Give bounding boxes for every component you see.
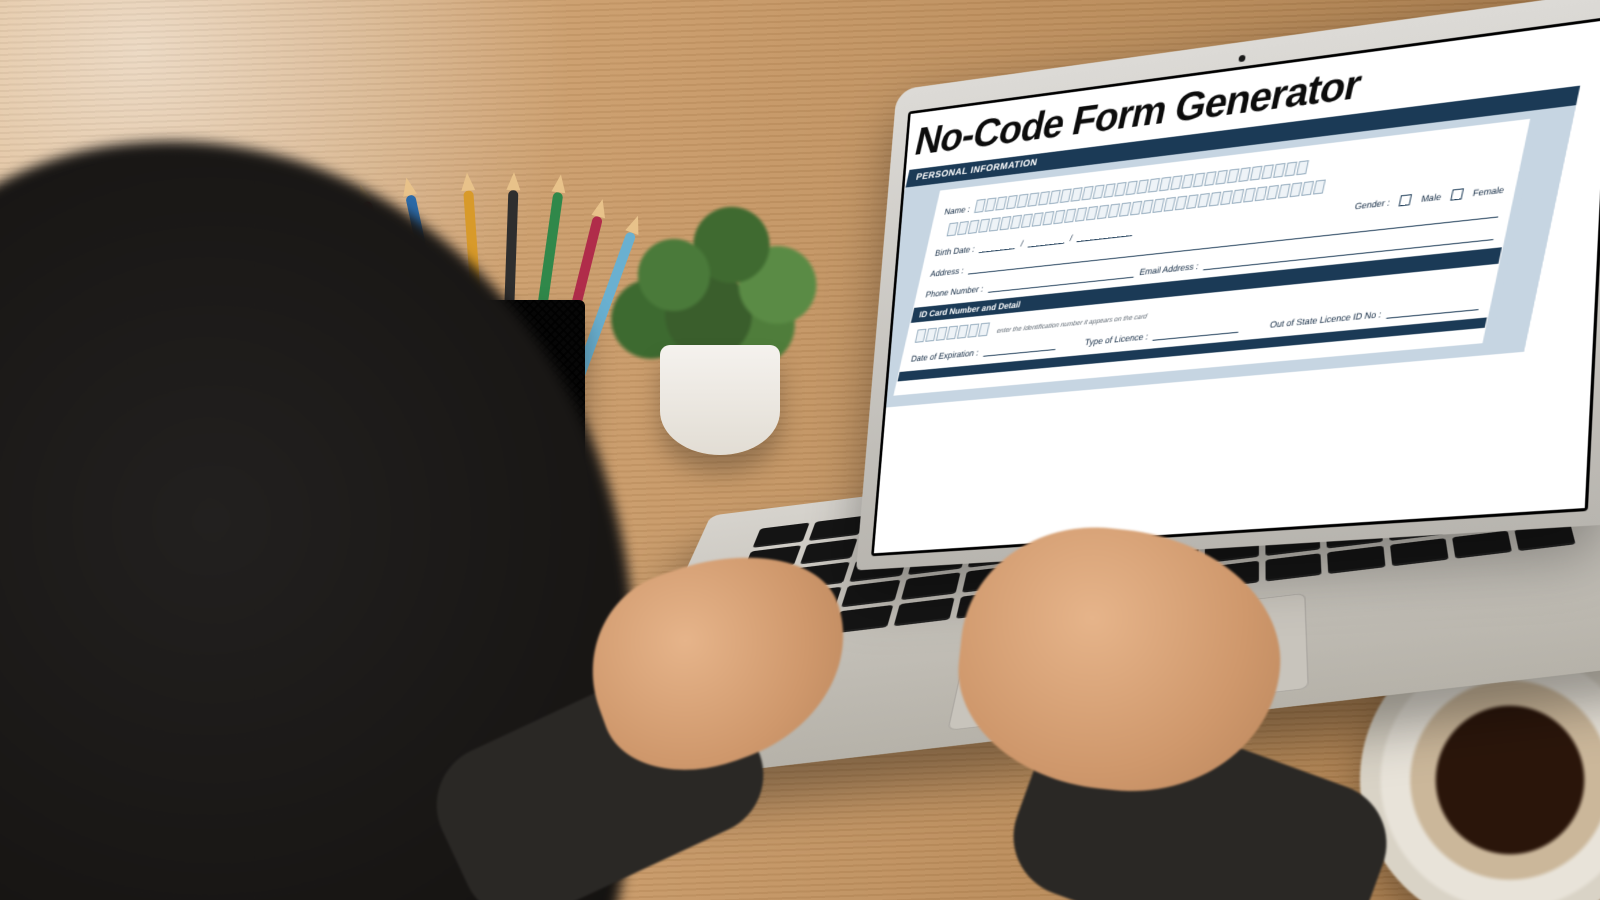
label-expiration: Date of Expiration : xyxy=(910,348,979,364)
desk-scene: No-Code Form Generator PERSONAL INFORMAT… xyxy=(0,0,1600,900)
label-male: Male xyxy=(1420,192,1442,204)
birth-date-input-2[interactable] xyxy=(1027,230,1066,247)
camera-icon xyxy=(1238,55,1245,63)
laptop-lid: No-Code Form Generator PERSONAL INFORMAT… xyxy=(856,0,1600,570)
laptop-screen: No-Code Form Generator PERSONAL INFORMAT… xyxy=(874,20,1600,553)
out-of-state-input[interactable] xyxy=(1386,296,1481,319)
birth-date-input-3[interactable] xyxy=(1077,222,1135,242)
idcard-input-boxes[interactable] xyxy=(915,322,990,342)
label-licence-type: Type of Licence : xyxy=(1084,332,1149,348)
label-name: Name : xyxy=(943,204,971,216)
label-address: Address : xyxy=(929,266,964,279)
label-birth-date: Birth Date : xyxy=(934,244,976,258)
birth-date-sep-2: / xyxy=(1069,233,1073,243)
label-email: Email Address : xyxy=(1139,261,1200,277)
checkbox-female[interactable] xyxy=(1450,188,1464,200)
checkbox-male[interactable] xyxy=(1399,194,1412,206)
label-out-of-state: Out of State Licence ID No : xyxy=(1269,309,1382,330)
label-gender: Gender : xyxy=(1354,197,1391,211)
birth-date-sep-1: / xyxy=(1020,239,1024,249)
label-female: Female xyxy=(1472,185,1505,199)
birth-date-input-1[interactable] xyxy=(979,236,1018,253)
label-phone: Phone Number : xyxy=(925,284,985,300)
expiration-input[interactable] xyxy=(983,336,1058,356)
licence-type-input[interactable] xyxy=(1153,319,1242,341)
